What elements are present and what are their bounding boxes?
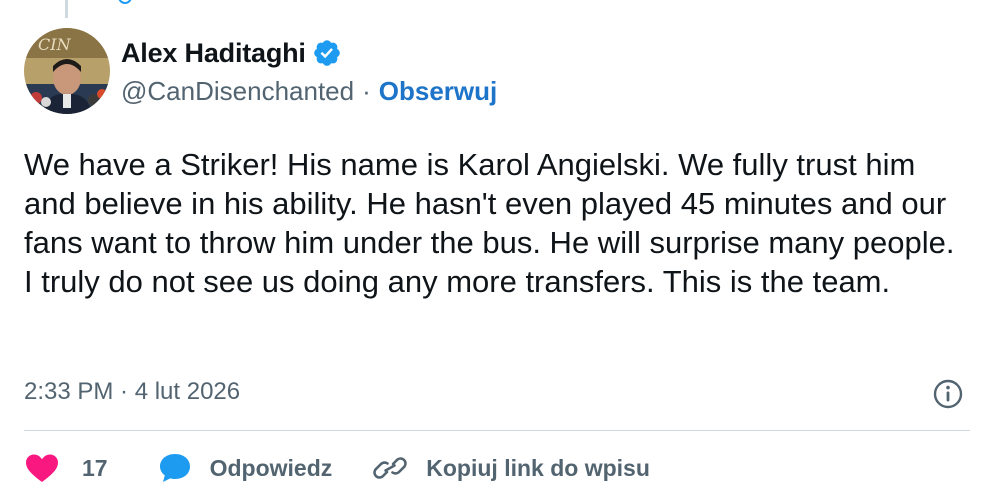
heart-icon xyxy=(26,454,58,482)
tweet-actions-bar: 17 Odpowiedz Kopiuj link do wpisu xyxy=(24,450,650,486)
verified-badge-icon[interactable] xyxy=(312,38,342,68)
reply-bubble-icon xyxy=(159,454,190,482)
like-button[interactable]: 17 xyxy=(24,452,108,484)
author-block: Alex Haditaghi @CanDisenchanted · Obserw… xyxy=(121,36,497,107)
like-count: 17 xyxy=(82,454,108,481)
avatar[interactable]: CIN xyxy=(24,28,110,114)
thread-connector-line xyxy=(65,0,68,18)
link-icon xyxy=(373,457,408,479)
reply-label: Odpowiedz xyxy=(209,454,333,481)
tweet-timestamp[interactable]: 2:33 PM · 4 lut 2026 xyxy=(24,378,240,406)
actions-divider xyxy=(24,430,970,431)
author-handle[interactable]: @CanDisenchanted xyxy=(121,76,354,107)
info-icon[interactable] xyxy=(932,378,964,410)
reply-button[interactable]: Odpowiedz xyxy=(158,452,333,484)
thread-partial-icon xyxy=(118,0,132,4)
tweet-text: We have a Striker! His name is Karol Ang… xyxy=(24,147,955,299)
copy-link-button[interactable]: Kopiuj link do wpisu xyxy=(372,452,650,484)
follow-button[interactable]: Obserwuj xyxy=(379,76,497,107)
avatar-image: CIN xyxy=(24,28,110,114)
copy-link-label: Kopiuj link do wpisu xyxy=(426,454,650,481)
avatar-caption: CIN xyxy=(38,35,72,54)
author-display-name[interactable]: Alex Haditaghi xyxy=(121,38,306,69)
handle-separator: · xyxy=(362,76,371,106)
